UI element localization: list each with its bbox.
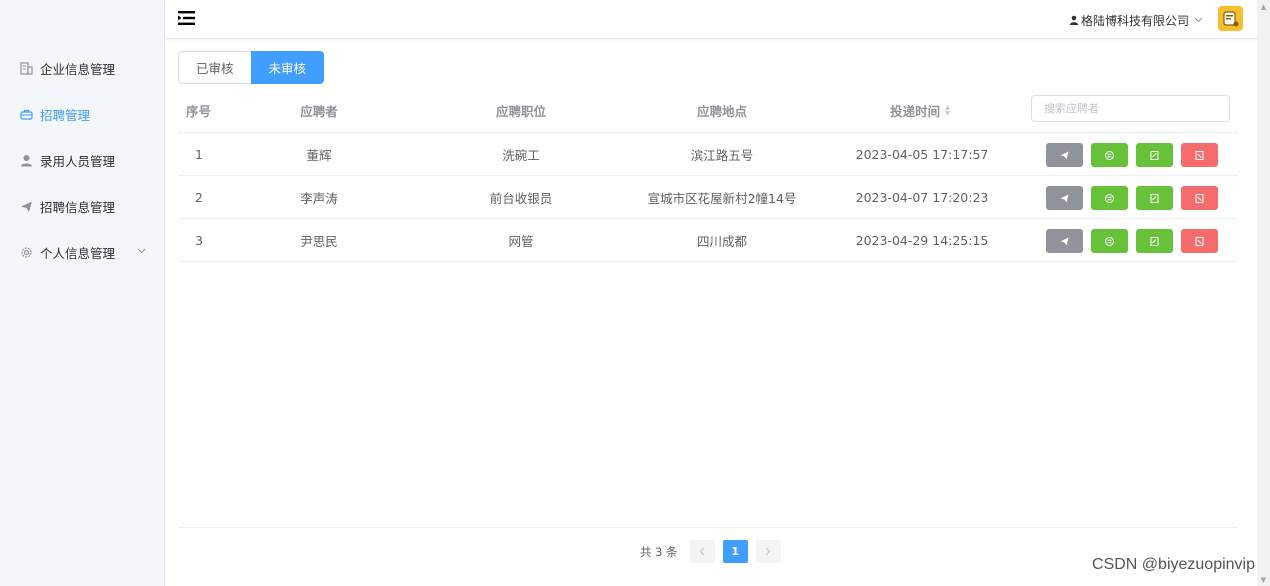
send-icon — [1060, 237, 1069, 245]
edit-button[interactable] — [1136, 143, 1173, 167]
table-row: 1 董辉 洗碗工 滨江路五号 2023-04-05 17:17:57 — [178, 133, 1238, 176]
cell-position: 网管 — [508, 234, 534, 249]
cell-position: 洗碗工 — [502, 148, 540, 163]
next-page-button[interactable] — [755, 540, 781, 563]
cell-applicant: 李声涛 — [300, 191, 338, 206]
cell-position: 前台收银员 — [489, 191, 553, 206]
send-icon — [19, 199, 33, 213]
sidebar-item-label: 招聘信息管理 — [40, 199, 116, 215]
sidebar-item-job-info[interactable]: 招聘信息管理 — [0, 194, 165, 218]
column-header-position: 应聘职位 — [495, 104, 547, 119]
chevron-down-icon — [137, 247, 146, 257]
sidebar-item-recruitment[interactable]: 招聘管理 — [0, 102, 165, 126]
list-icon — [1105, 193, 1114, 203]
delete-icon — [1195, 236, 1204, 246]
chevron-left-icon — [699, 547, 705, 556]
cell-index: 2 — [195, 190, 203, 205]
chevron-down-icon — [1194, 16, 1203, 26]
list-icon — [1105, 150, 1114, 160]
edit-icon — [1150, 150, 1159, 160]
prev-page-button[interactable] — [689, 540, 715, 563]
delete-button[interactable] — [1181, 143, 1218, 167]
table-header: 序号 应聘者 应聘职位 应聘地点 投递时间 ▲ ▼ — [178, 88, 1238, 133]
send-icon — [1060, 194, 1069, 202]
delete-icon — [1195, 150, 1204, 160]
building-icon — [19, 61, 33, 75]
column-header-time-label: 投递时间 — [890, 104, 941, 119]
scroll-down-icon[interactable]: ▼ — [1257, 573, 1270, 586]
cell-applicant: 董辉 — [306, 148, 332, 163]
list-icon — [1105, 236, 1114, 246]
user-icon — [19, 153, 33, 167]
review-tabs: 已审核 未审核 — [178, 51, 325, 84]
view-button[interactable] — [1091, 186, 1128, 210]
cell-time: 2023-04-07 17:20:23 — [855, 190, 989, 205]
page-button[interactable]: 1 — [722, 540, 748, 563]
sidebar-item-label: 招聘管理 — [40, 107, 91, 123]
delete-button[interactable] — [1181, 229, 1218, 253]
search-input[interactable] — [1031, 95, 1230, 122]
row-actions — [1046, 143, 1226, 167]
user-icon — [1069, 14, 1079, 28]
cell-time: 2023-04-05 17:17:57 — [855, 147, 989, 162]
watermark: CSDN @biyezuopinvip — [1092, 556, 1255, 573]
sort-icon[interactable]: ▲ ▼ — [945, 104, 950, 117]
row-actions — [1046, 229, 1226, 253]
table-row: 2 李声涛 前台收银员 宣城市区花屋新村2幢14号 2023-04-07 17:… — [178, 176, 1238, 219]
cell-location: 宣城市区花屋新村2幢14号 — [647, 191, 797, 206]
view-button[interactable] — [1091, 143, 1128, 167]
delete-button[interactable] — [1181, 186, 1218, 210]
briefcase-icon — [19, 107, 33, 121]
send-button[interactable] — [1046, 229, 1083, 253]
user-dropdown[interactable]: 格陆博科技有限公司 — [1069, 12, 1203, 29]
column-header-location: 应聘地点 — [696, 104, 748, 119]
pagination: 共 3 条 1 — [640, 540, 789, 563]
sidebar-item-personal[interactable]: 个人信息管理 — [0, 240, 165, 264]
divider — [178, 527, 1238, 528]
chevron-right-icon — [765, 547, 771, 556]
table-row: 3 尹思民 网管 四川成都 2023-04-29 14:25:15 — [178, 219, 1238, 262]
column-header-applicant: 应聘者 — [300, 104, 338, 119]
column-header-index: 序号 — [186, 104, 212, 119]
applicant-table: 序号 应聘者 应聘职位 应聘地点 投递时间 ▲▼ 1 董辉 洗碗工 滨江路五号 … — [178, 88, 1238, 262]
view-button[interactable] — [1091, 229, 1128, 253]
company-name: 格陆博科技有限公司 — [1080, 14, 1189, 28]
cell-location: 滨江路五号 — [690, 148, 754, 163]
column-header-time[interactable]: 投递时间 ▲ ▼ — [890, 88, 950, 133]
edit-icon — [1150, 236, 1159, 246]
top-bar: 格陆博科技有限公司 — [166, 0, 1257, 39]
cell-index: 1 — [195, 147, 203, 162]
delete-icon — [1195, 193, 1204, 203]
edit-button[interactable] — [1136, 186, 1173, 210]
sidebar-item-label: 个人信息管理 — [40, 245, 116, 261]
sidebar-item-hired[interactable]: 录用人员管理 — [0, 148, 165, 172]
pagination-total: 共 3 条 — [640, 544, 678, 559]
sidebar-item-label: 录用人员管理 — [40, 153, 116, 169]
send-button[interactable] — [1046, 143, 1083, 167]
sidebar-item-label: 企业信息管理 — [40, 61, 116, 77]
avatar[interactable] — [1218, 6, 1243, 31]
gear-icon — [19, 245, 33, 259]
send-icon — [1060, 151, 1069, 159]
scroll-up-icon[interactable]: ▲ — [1257, 0, 1270, 13]
cell-time: 2023-04-29 14:25:15 — [855, 233, 989, 248]
edit-button[interactable] — [1136, 229, 1173, 253]
menu-toggle-icon[interactable] — [178, 11, 195, 25]
tab-unreviewed[interactable]: 未审核 — [250, 51, 325, 84]
send-button[interactable] — [1046, 186, 1083, 210]
scrollbar[interactable]: ▲ ▼ — [1257, 0, 1270, 586]
edit-icon — [1150, 193, 1159, 203]
tab-reviewed[interactable]: 已审核 — [178, 51, 251, 84]
sidebar-item-company[interactable]: 企业信息管理 — [0, 56, 165, 80]
sidebar: 企业信息管理 招聘管理 录用人员管理 招聘信息管理 个人信息管理 — [0, 0, 165, 586]
row-actions — [1046, 186, 1226, 210]
cell-index: 3 — [195, 233, 203, 248]
cell-location: 四川成都 — [696, 234, 748, 249]
cell-applicant: 尹思民 — [300, 234, 338, 249]
